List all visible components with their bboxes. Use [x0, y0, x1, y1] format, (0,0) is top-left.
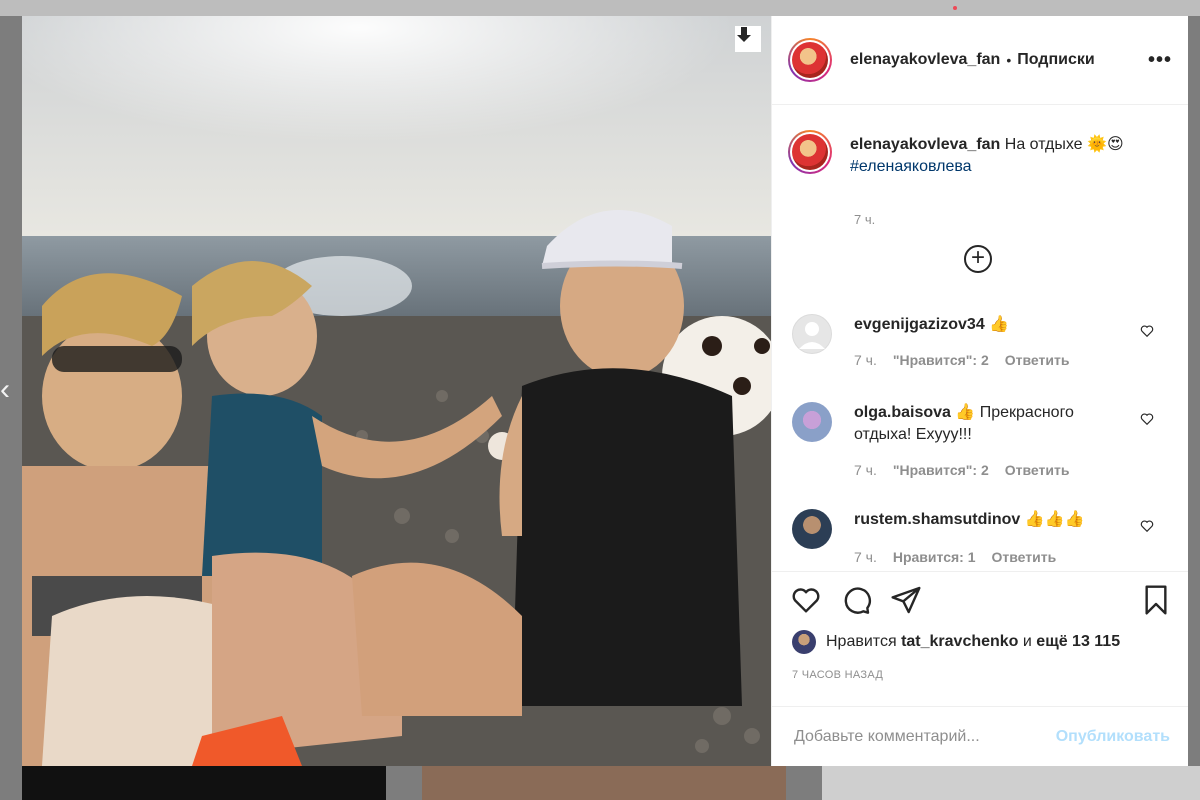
likes-summary: Нравится tat_kravchenko и ещё 13 115	[792, 630, 1120, 654]
caption-hashtag[interactable]: #еленаяковлева	[850, 156, 1124, 178]
download-icon	[737, 27, 751, 42]
beach-photo-illustration	[22, 16, 771, 766]
author-username[interactable]: elenayakovleva_fan	[850, 51, 1000, 69]
following-button[interactable]: Подписки	[1017, 51, 1094, 69]
heart-icon[interactable]	[790, 584, 822, 616]
download-button[interactable]	[735, 26, 761, 52]
comment-item: rustem.shamsutdinov 👍👍👍 7 ч. Нравится: 1…	[792, 509, 1172, 569]
post-side-panel: elenayakovleva_fan • Подписки ••• elenay…	[771, 16, 1188, 766]
plus-icon: +	[970, 244, 985, 271]
comment-username[interactable]: evgenijgazizov34	[854, 316, 985, 333]
comment-like-heart-icon[interactable]	[1140, 519, 1154, 533]
commenter-avatar[interactable]	[792, 314, 832, 354]
post-photo	[22, 16, 771, 766]
reply-button[interactable]: Ответить	[992, 549, 1057, 565]
comment-input[interactable]	[792, 726, 1056, 747]
previous-post-arrow-icon[interactable]: ‹	[0, 372, 10, 408]
comment-time[interactable]: 7 ч.	[854, 352, 877, 368]
comment-meta: 7 ч. "Нравится": 2 Ответить	[854, 462, 1069, 478]
comment-like-heart-icon[interactable]	[1140, 412, 1154, 426]
commenter-avatar[interactable]	[792, 402, 832, 442]
header-separator: •	[1006, 52, 1012, 68]
background-post-thumbnail	[422, 766, 786, 800]
caption-username[interactable]: elenayakovleva_fan	[850, 136, 1000, 153]
likes-and: и	[1022, 633, 1032, 650]
post-actions	[790, 584, 1172, 618]
notification-dot	[953, 6, 957, 10]
share-icon[interactable]	[890, 584, 922, 616]
comment-meta: 7 ч. "Нравится": 2 Ответить	[854, 352, 1069, 368]
avatar-image	[792, 134, 828, 170]
comment-username[interactable]: olga.baisova	[854, 404, 951, 421]
post-caption: elenayakovleva_fan На отдыхе 🌞😍 #еленаяк…	[788, 130, 1172, 227]
actions-divider	[772, 571, 1188, 572]
comment-body: 👍	[984, 316, 1010, 333]
comment-text: rustem.shamsutdinov 👍👍👍	[854, 509, 1132, 531]
caption-timestamp[interactable]: 7 ч.	[854, 212, 875, 227]
comment-item: olga.baisova 👍 Прекрасного отдыха! Ехууу…	[792, 402, 1172, 482]
reply-button[interactable]: Ответить	[1005, 352, 1070, 368]
background-post-thumbnail	[822, 766, 1200, 800]
load-more-comments-button[interactable]: +	[964, 245, 992, 273]
caption-text: elenayakovleva_fan На отдыхе 🌞😍 #еленаяк…	[850, 130, 1124, 178]
comment-likes[interactable]: Нравится: 1	[893, 549, 976, 565]
comment-time[interactable]: 7 ч.	[854, 549, 877, 565]
avatar-image	[792, 42, 828, 78]
caption-body: На отдыхе 🌞😍	[1000, 136, 1124, 153]
caption-avatar[interactable]	[788, 130, 832, 174]
post-modal: elenayakovleva_fan • Подписки ••• elenay…	[22, 16, 1188, 766]
comment-item: evgenijgazizov34 👍 7 ч. "Нравится": 2 От…	[792, 314, 1172, 374]
comment-text: olga.baisova 👍 Прекрасного отдыха! Ехууу…	[854, 402, 1132, 446]
comment-likes[interactable]: "Нравится": 2	[893, 462, 989, 478]
comment-text: evgenijgazizov34 👍	[854, 314, 1132, 336]
comment-likes[interactable]: "Нравится": 2	[893, 352, 989, 368]
post-header: elenayakovleva_fan • Подписки •••	[772, 16, 1188, 105]
comment-icon[interactable]	[840, 584, 872, 616]
commenter-avatar[interactable]	[792, 509, 832, 549]
author-avatar[interactable]	[788, 38, 832, 82]
publish-button[interactable]: Опубликовать	[1056, 728, 1170, 746]
post-time-ago[interactable]: 7 ЧАСОВ НАЗАД	[792, 669, 883, 681]
likes-count[interactable]: ещё 13 115	[1036, 633, 1120, 651]
comment-time[interactable]: 7 ч.	[854, 462, 877, 478]
reply-button[interactable]: Ответить	[1005, 462, 1070, 478]
comment-username[interactable]: rustem.shamsutdinov	[854, 511, 1020, 528]
background-post-thumbnail	[22, 766, 386, 800]
more-options-button[interactable]: •••	[1148, 49, 1172, 72]
liker-avatar[interactable]	[792, 630, 816, 654]
comment-like-heart-icon[interactable]	[1140, 324, 1154, 338]
bookmark-icon[interactable]	[1140, 584, 1172, 616]
comment-body: 👍👍👍	[1020, 511, 1085, 528]
liker-username[interactable]: tat_kravchenko	[901, 633, 1018, 651]
likes-prefix: Нравится	[826, 633, 897, 650]
default-user-icon	[799, 322, 825, 349]
comment-meta: 7 ч. Нравится: 1 Ответить	[854, 549, 1056, 565]
add-comment-form: Опубликовать	[772, 706, 1188, 766]
page-header-strip	[0, 0, 1200, 16]
